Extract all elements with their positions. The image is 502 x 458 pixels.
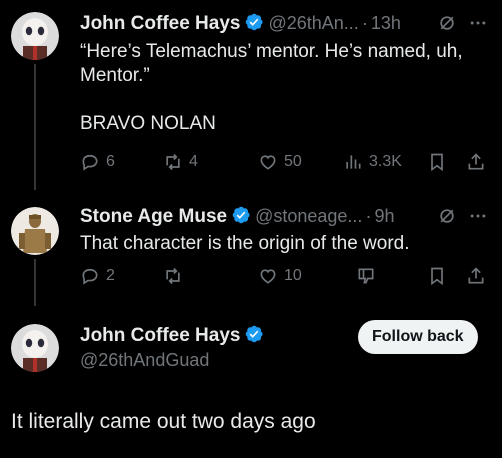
author-name[interactable]: John Coffee Hays [80, 325, 240, 346]
reply-button[interactable]: 6 [80, 152, 115, 172]
like-count: 10 [284, 267, 302, 284]
views-button[interactable]: 3.3K [343, 152, 402, 172]
more-options-icon[interactable] [468, 13, 488, 38]
thread-line [34, 64, 36, 190]
tweet-header: Stone Age Muse @stoneage... · 9h [80, 205, 394, 228]
tweet-text-line: “Here’s Telemachus’ mentor. He’s named, … [80, 41, 463, 62]
like-count: 50 [284, 153, 302, 170]
repost-count: 4 [189, 153, 198, 170]
verified-badge-icon [246, 325, 264, 343]
tweet-body: “Here’s Telemachus’ mentor. He’s named, … [80, 40, 492, 136]
tweet-header: John Coffee Hays [80, 324, 268, 347]
tweet-text: It literally came out two days ago [11, 410, 316, 433]
tweet-text-line: BRAVO NOLAN [80, 113, 216, 134]
reply-count: 6 [106, 153, 115, 170]
share-icon[interactable] [466, 152, 486, 177]
avatar[interactable] [11, 12, 59, 60]
separator-dot: · [361, 13, 368, 33]
author-handle[interactable]: @26thAn... [268, 13, 358, 33]
like-button[interactable]: 50 [258, 152, 302, 172]
thread-line [34, 259, 36, 306]
like-button[interactable]: 10 [258, 266, 302, 286]
repost-button[interactable] [163, 266, 183, 286]
reply-count: 2 [106, 267, 115, 284]
repost-button[interactable]: 4 [163, 152, 198, 172]
grok-icon[interactable] [437, 13, 457, 38]
more-options-icon[interactable] [468, 206, 488, 231]
grok-icon[interactable] [437, 206, 457, 231]
avatar[interactable] [11, 324, 59, 372]
author-handle[interactable]: @26thAndGuad [80, 350, 209, 371]
verified-badge-icon [232, 206, 250, 224]
author-name[interactable]: Stone Age Muse [80, 206, 227, 227]
share-icon[interactable] [466, 266, 486, 291]
bookmark-icon[interactable] [427, 266, 447, 291]
reply-icon [82, 154, 98, 171]
verified-badge-icon [246, 13, 264, 31]
author-name[interactable]: John Coffee Hays [80, 13, 240, 34]
timestamp[interactable]: 9h [374, 206, 394, 226]
views-icon [346, 155, 361, 169]
tweet-header: John Coffee Hays @26thAn... · 13h [80, 12, 401, 35]
heart-icon [260, 155, 276, 170]
reply-icon [82, 268, 98, 285]
reply-button[interactable]: 2 [80, 266, 115, 286]
tweet-text-line: Mentor.” [80, 65, 150, 86]
tweet-text: That character is the origin of the word… [80, 233, 410, 254]
bookmark-icon[interactable] [427, 152, 447, 177]
repost-icon [166, 267, 180, 285]
heart-icon [260, 269, 276, 284]
avatar[interactable] [11, 207, 59, 255]
follow-back-button[interactable]: Follow back [358, 320, 478, 354]
views-count: 3.3K [369, 153, 402, 170]
separator-dot: · [365, 206, 372, 226]
timestamp[interactable]: 13h [371, 13, 401, 33]
downvote-icon[interactable] [356, 266, 376, 291]
repost-icon [166, 153, 180, 171]
author-handle[interactable]: @stoneage... [255, 206, 362, 226]
